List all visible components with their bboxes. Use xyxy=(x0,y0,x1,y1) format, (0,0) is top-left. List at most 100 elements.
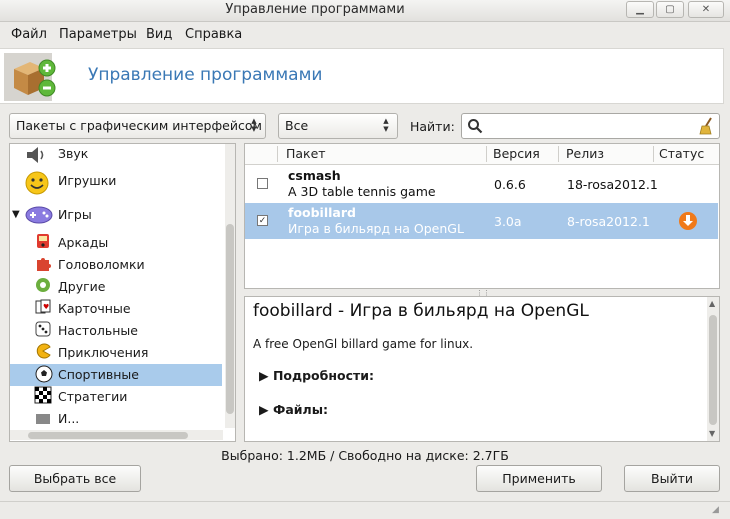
details-scrollbar[interactable]: ▲ ▼ xyxy=(707,297,719,441)
package-version: 3.0a xyxy=(494,214,522,229)
column-package[interactable]: Пакет xyxy=(286,144,326,164)
header-banner: Управление программами xyxy=(0,48,724,104)
scroll-down-icon[interactable]: ▼ xyxy=(709,429,715,438)
tree-horizontal-scrollbar[interactable] xyxy=(10,430,223,440)
package-version: 0.6.6 xyxy=(494,177,526,192)
smiley-icon xyxy=(24,170,50,195)
category-item-3[interactable]: ▼ Игры xyxy=(10,198,222,232)
section-files-label: Файлы: xyxy=(272,402,329,417)
status-bar-text: Выбрано: 1.2МБ / Свободно на диске: 2.7Г… xyxy=(221,448,509,463)
category-item-6[interactable]: Другие xyxy=(10,276,222,298)
status-filter-value: Все xyxy=(285,118,309,133)
category-item-2[interactable]: Игрушки xyxy=(10,164,222,198)
gamepad-icon xyxy=(24,204,54,226)
window-title: Управление программами xyxy=(225,2,405,17)
details-heading: foobillard - Игра в бильярд на OpenGL xyxy=(253,301,589,321)
menu-file[interactable]: Файл xyxy=(11,24,47,46)
column-version[interactable]: Версия xyxy=(493,144,540,164)
expand-triangle-icon: ▶ xyxy=(259,402,273,417)
package-name: csmash xyxy=(288,168,341,183)
banner-title: Управление программами xyxy=(88,65,323,85)
column-status[interactable]: Статус xyxy=(659,144,704,164)
select-all-button[interactable]: Выбрать все xyxy=(9,465,141,492)
table-row[interactable]: ✓ foobillard Игра в бильярд на OpenGL 3.0a 8… xyxy=(245,203,718,239)
category-tree: Звук Игрушки ▼ Игры Аркады Головоломки Другие ♥… xyxy=(9,143,236,442)
partial-icon xyxy=(34,408,52,430)
search-icon xyxy=(467,118,483,134)
combo-arrows-icon: ▲ ▼ xyxy=(383,117,389,133)
package-summary: A 3D table tennis game xyxy=(288,184,436,199)
dice-icon xyxy=(34,320,52,342)
category-item-11[interactable]: Стратегии xyxy=(10,386,222,408)
details-description: A free OpenGl billard game for linux. xyxy=(253,337,474,351)
package-type-combo[interactable]: Пакеты с графическим интерфейсом ▲ ▼ xyxy=(9,113,266,139)
menu-bar: Файл Параметры Вид Справка xyxy=(0,24,730,46)
table-row[interactable]: csmash A 3D table tennis game 0.6.6 18-rosa… xyxy=(245,166,718,202)
clear-broom-icon[interactable] xyxy=(698,117,714,135)
search-input[interactable] xyxy=(461,113,720,139)
tree-hscroll-thumb[interactable] xyxy=(28,432,188,439)
category-label: Игры xyxy=(58,207,92,222)
cards-icon: ♥ xyxy=(34,298,52,320)
details-section-toggle[interactable]: ▶ Подробности: xyxy=(259,368,374,383)
apply-button[interactable]: Применить xyxy=(476,465,602,492)
category-label: Стратегии xyxy=(58,389,128,404)
puzzle-icon xyxy=(34,254,52,276)
category-label: Другие xyxy=(58,279,106,294)
category-item-5[interactable]: Головоломки xyxy=(10,254,222,276)
svg-text:♥: ♥ xyxy=(43,303,49,311)
speaker-icon xyxy=(24,144,46,166)
category-item-4[interactable]: Аркады xyxy=(10,232,222,254)
table-header: Пакет Версия Релиз Статус xyxy=(245,144,719,165)
category-item-10[interactable]: Спортивные xyxy=(10,364,222,386)
chessboard-icon xyxy=(34,386,52,408)
package-summary: Игра в бильярд на OpenGL xyxy=(288,221,464,236)
resize-grip-icon[interactable]: ◢ xyxy=(712,505,724,517)
status-filter-combo[interactable]: Все ▲ ▼ xyxy=(278,113,398,139)
package-checkbox[interactable]: ✓ xyxy=(257,215,268,226)
menu-parameters[interactable]: Параметры xyxy=(59,24,137,46)
expander-icon[interactable]: ▼ xyxy=(12,198,20,232)
category-item-1[interactable]: Звук xyxy=(10,144,222,164)
category-label: Настольные xyxy=(58,323,138,338)
package-release: 8-rosa2012.1 xyxy=(567,214,650,229)
category-item-7[interactable]: ♥ Карточные xyxy=(10,298,222,320)
expand-triangle-icon: ▶ xyxy=(259,368,273,383)
package-name: foobillard xyxy=(288,205,356,220)
category-item-9[interactable]: Приключения xyxy=(10,342,222,364)
tree-vertical-scrollbar[interactable] xyxy=(225,144,235,428)
ball-icon xyxy=(34,364,54,386)
scroll-up-icon[interactable]: ▲ xyxy=(709,299,715,308)
category-label: Карточные xyxy=(58,301,131,316)
menu-view[interactable]: Вид xyxy=(146,24,172,46)
column-release[interactable]: Релиз xyxy=(566,144,604,164)
install-download-icon xyxy=(678,211,698,231)
bottom-separator xyxy=(0,501,730,502)
section-details-label: Подробности: xyxy=(272,368,375,383)
category-label: Звук xyxy=(58,146,89,161)
tree-scrollbar-thumb[interactable] xyxy=(226,224,234,414)
quit-button[interactable]: Выйти xyxy=(624,465,720,492)
search-label: Найти: xyxy=(410,119,455,134)
package-box-icon xyxy=(4,53,64,101)
category-label: И... xyxy=(58,411,80,426)
maximize-button[interactable]: ▢ xyxy=(656,1,684,18)
category-label: Приключения xyxy=(58,345,149,360)
category-label: Аркады xyxy=(58,235,109,250)
category-label: Игрушки xyxy=(58,173,117,188)
pacman-icon xyxy=(34,342,52,364)
minimize-button[interactable]: ▁ xyxy=(626,1,654,18)
close-button[interactable]: ✕ xyxy=(688,1,724,18)
category-item-8[interactable]: Настольные xyxy=(10,320,222,342)
files-section-toggle[interactable]: ▶ Файлы: xyxy=(259,402,328,417)
details-pane: foobillard - Игра в бильярд на OpenGL A … xyxy=(244,296,720,442)
menu-help[interactable]: Справка xyxy=(185,24,242,46)
arcade-icon xyxy=(34,232,52,254)
package-type-value: Пакеты с графическим интерфейсом xyxy=(16,118,262,133)
details-scrollbar-thumb[interactable] xyxy=(709,315,717,425)
category-label: Головоломки xyxy=(58,257,145,272)
package-table: Пакет Версия Релиз Статус csmash A 3D tab… xyxy=(244,143,720,289)
category-item-12[interactable]: И... xyxy=(10,408,222,430)
package-release: 18-rosa2012.1 xyxy=(567,177,658,192)
package-checkbox[interactable] xyxy=(257,178,268,189)
